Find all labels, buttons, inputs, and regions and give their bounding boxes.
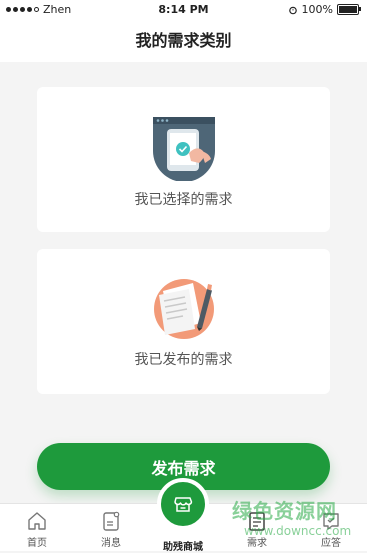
- battery-percent: 100%: [301, 3, 333, 16]
- tab-label: 需求: [247, 538, 267, 549]
- selected-demands-card[interactable]: 我已选择的需求: [37, 87, 330, 232]
- published-demands-card[interactable]: 我已发布的需求: [37, 249, 330, 394]
- tab-label: 应答: [321, 538, 341, 549]
- battery-info: 100%: [288, 3, 361, 16]
- tablet-hand-icon: [153, 117, 215, 181]
- tab-home[interactable]: 首页: [7, 510, 67, 549]
- page-title: 我的需求类别: [0, 20, 367, 62]
- tab-messages[interactable]: 消息: [81, 510, 141, 549]
- home-icon: [28, 512, 46, 530]
- tab-label: 消息: [101, 538, 121, 549]
- tab-answers[interactable]: 应答: [301, 510, 361, 549]
- tab-mall[interactable]: 助残商城: [153, 538, 213, 553]
- answer-icon: [323, 513, 339, 530]
- mall-center-button[interactable]: [157, 478, 209, 530]
- tab-demands[interactable]: 需求: [227, 510, 287, 549]
- card-label: 我已选择的需求: [134, 192, 233, 208]
- battery-icon: [337, 4, 361, 15]
- alarm-icon: [288, 6, 297, 14]
- store-icon: [174, 497, 193, 512]
- demand-icon: [249, 512, 265, 531]
- message-icon: [103, 511, 120, 531]
- status-bar: Zhen 8:14 PM 100%: [0, 0, 367, 20]
- tab-label: 助残商城: [163, 542, 203, 553]
- tab-label: 首页: [27, 538, 47, 549]
- card-label: 我已发布的需求: [134, 352, 233, 368]
- document-pen-icon: [154, 279, 214, 339]
